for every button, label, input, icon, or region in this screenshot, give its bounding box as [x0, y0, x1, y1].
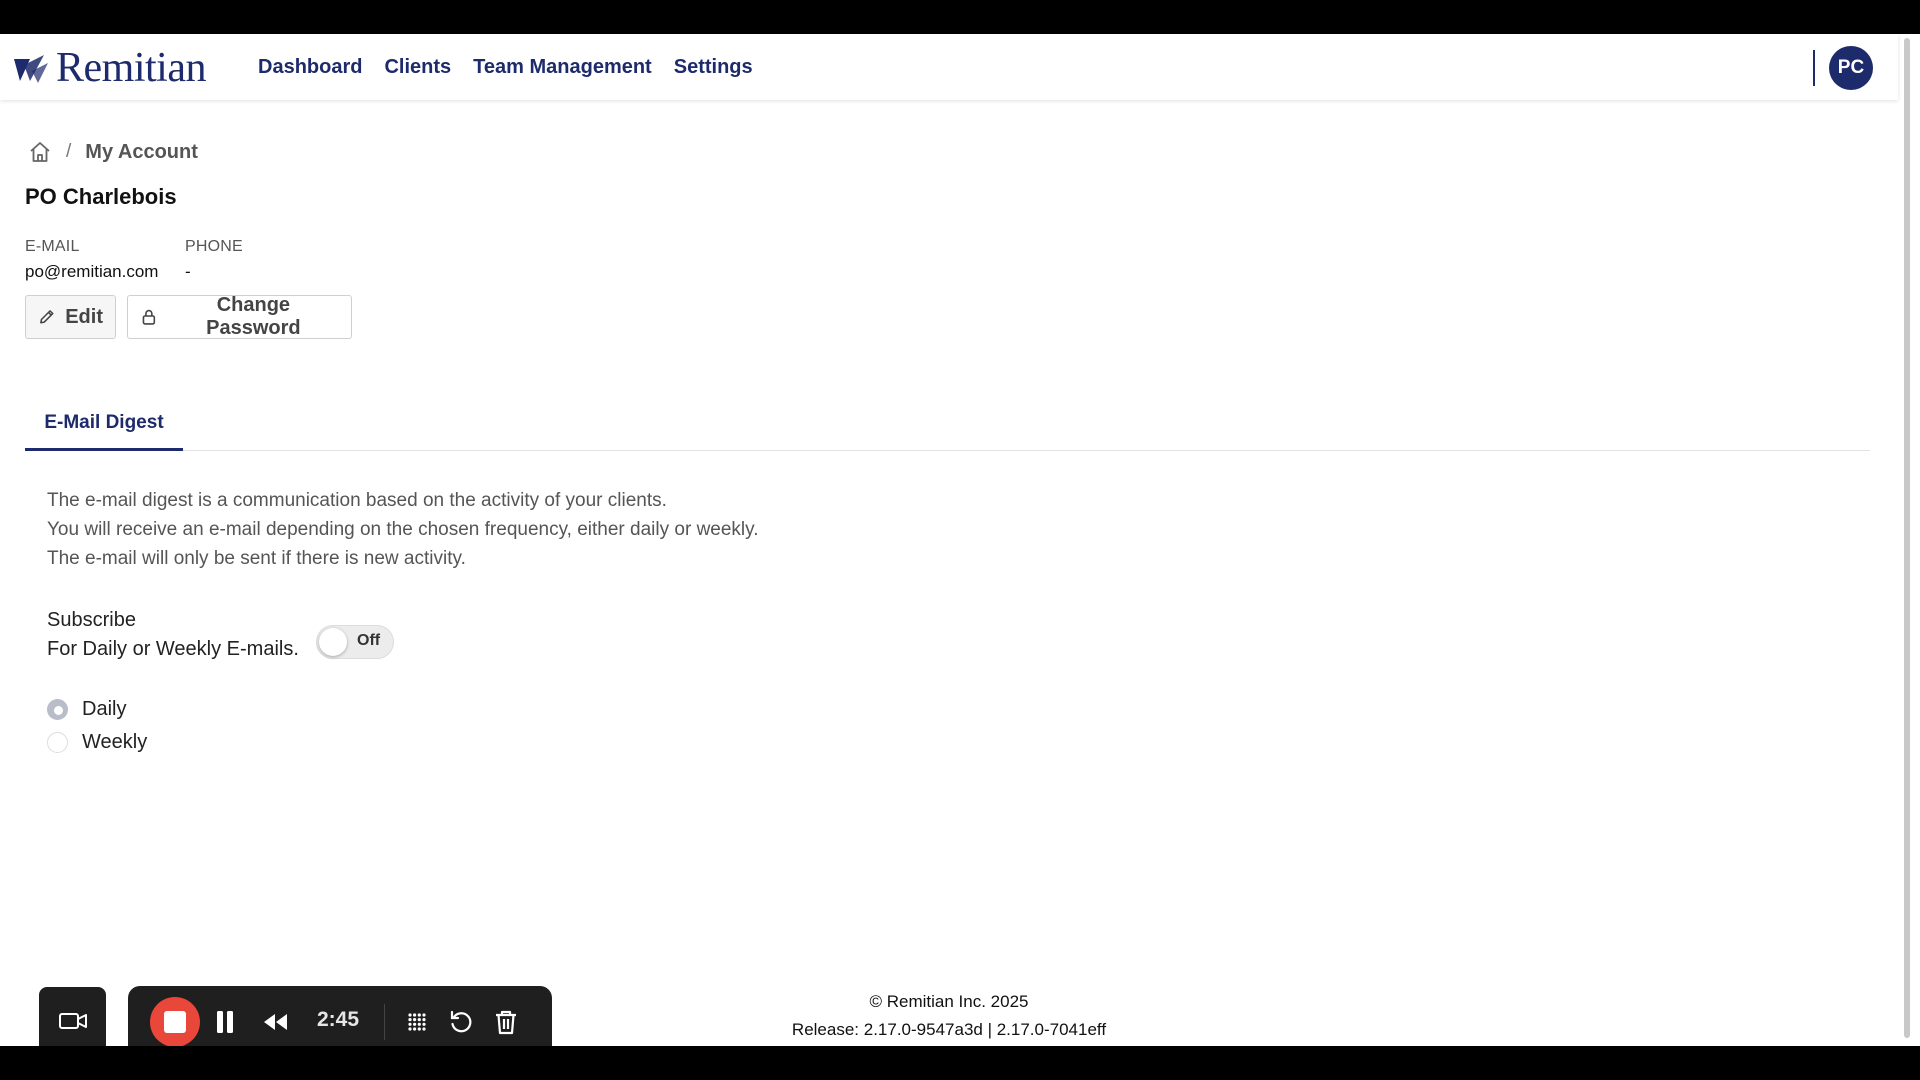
radio-weekly-circle[interactable]: [47, 732, 68, 753]
edit-button-label: Edit: [65, 305, 103, 328]
home-icon[interactable]: [28, 140, 52, 164]
toolbar-divider: [384, 1004, 385, 1040]
phone-field: PHONE -: [185, 238, 243, 282]
toggle-knob: [319, 628, 347, 656]
breadcrumb-separator: /: [66, 141, 72, 162]
digest-description-line: The e-mail digest is a communication bas…: [47, 490, 667, 511]
camera-toggle-button[interactable]: [39, 987, 106, 1046]
restart-icon[interactable]: [448, 1009, 474, 1035]
recording-toolbar: 2:45: [128, 986, 552, 1046]
change-password-label: Change Password: [206, 294, 301, 339]
recording-timer: 2:45: [317, 1008, 360, 1031]
digest-description-line: You will receive an e-mail depending on …: [47, 519, 759, 540]
toggle-state-label: Off: [357, 632, 381, 649]
top-navigation-bar: Remitian Dashboard Clients Team Manageme…: [0, 34, 1898, 100]
subscribe-toggle[interactable]: Off: [316, 625, 394, 659]
radio-daily-circle[interactable]: [47, 699, 68, 720]
nav-settings[interactable]: Settings: [674, 56, 753, 79]
nav-team-management[interactable]: Team Management: [473, 56, 652, 79]
remitian-logo[interactable]: Remitian: [10, 45, 206, 91]
edit-button[interactable]: Edit: [25, 295, 116, 339]
pause-icon[interactable]: [212, 1009, 238, 1035]
grid-icon[interactable]: [404, 1009, 430, 1035]
email-value: po@remitian.com: [25, 262, 159, 281]
subscribe-title: Subscribe: [47, 609, 136, 631]
email-label: E-MAIL: [25, 238, 80, 255]
phone-label: PHONE: [185, 238, 243, 255]
logo-text: Remitian: [56, 45, 206, 91]
email-field: E-MAIL po@remitian.com: [25, 238, 158, 282]
header-divider: [1813, 50, 1815, 86]
browser-viewport: Remitian Dashboard Clients Team Manageme…: [0, 34, 1920, 1046]
phone-value: -: [185, 262, 191, 281]
subscribe-subtitle: For Daily or Weekly E-mails.: [47, 638, 299, 660]
logo-mark-icon: [14, 55, 48, 83]
lock-icon: [142, 309, 156, 325]
page-title: PO Charlebois: [25, 184, 177, 209]
trash-icon[interactable]: [493, 1009, 519, 1035]
user-avatar[interactable]: PC: [1829, 46, 1873, 90]
scrollbar-thumb[interactable]: [1904, 38, 1910, 1038]
camera-icon: [58, 1012, 87, 1029]
rewind-icon[interactable]: [262, 1009, 288, 1035]
radio-weekly-label: Weekly: [82, 731, 148, 753]
tab-email-digest[interactable]: E-Mail Digest: [25, 397, 183, 451]
digest-description: The e-mail digest is a communication bas…: [47, 486, 759, 573]
radio-daily[interactable]: Daily: [47, 698, 126, 721]
breadcrumb: / My Account: [28, 140, 198, 164]
tab-bar: E-Mail Digest: [25, 397, 1870, 451]
nav-clients[interactable]: Clients: [384, 56, 451, 79]
radio-weekly[interactable]: Weekly: [47, 731, 147, 754]
stop-icon[interactable]: [150, 997, 200, 1046]
page-scrollbar[interactable]: [1902, 36, 1914, 1044]
nav-dashboard[interactable]: Dashboard: [258, 56, 362, 79]
breadcrumb-current: My Account: [85, 140, 198, 163]
subscribe-label-block: Subscribe For Daily or Weekly E-mails.: [47, 606, 299, 664]
radio-daily-label: Daily: [82, 698, 127, 720]
pencil-icon: [40, 310, 54, 324]
digest-description-line: The e-mail will only be sent if there is…: [47, 548, 466, 569]
change-password-button[interactable]: Change Password: [127, 294, 352, 339]
main-nav: Dashboard Clients Team Management Settin…: [258, 56, 753, 79]
